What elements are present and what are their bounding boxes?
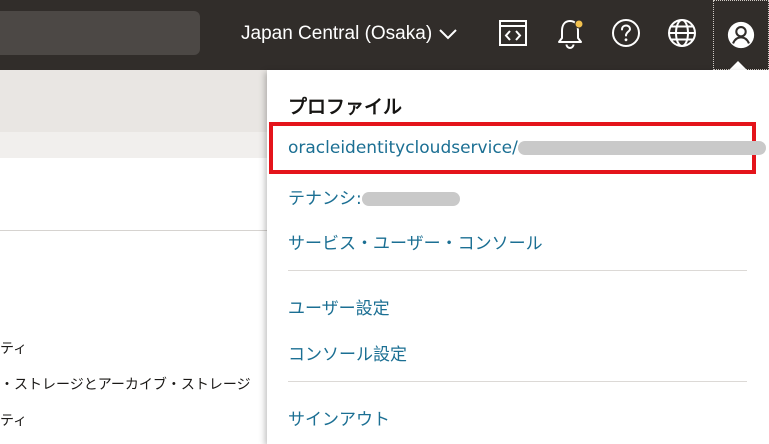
background-text-line[interactable]: ・ストレージとアーカイブ・ストレージ bbox=[0, 374, 251, 394]
sign-out-link[interactable]: サインアウト bbox=[288, 405, 390, 430]
globe-icon bbox=[668, 19, 696, 47]
tenancy-label: テナンシ: bbox=[288, 189, 362, 209]
background-text-line[interactable]: ティ bbox=[0, 338, 27, 358]
help-button[interactable] bbox=[609, 16, 643, 50]
content-divider bbox=[0, 230, 270, 231]
top-navigation-bar: Japan Central (Osaka) bbox=[0, 0, 769, 70]
profile-menu-title: プロファイル bbox=[288, 96, 403, 118]
profile-dropdown-menu: プロファイル oracleidentitycloudservice/ テナンシ:… bbox=[267, 70, 769, 444]
console-settings-link[interactable]: コンソール設定 bbox=[288, 340, 407, 365]
language-button[interactable] bbox=[665, 16, 699, 50]
tenancy-link[interactable]: テナンシ: bbox=[288, 184, 460, 209]
region-selector[interactable]: Japan Central (Osaka) bbox=[241, 20, 458, 48]
chevron-down-icon bbox=[439, 29, 457, 40]
search-input[interactable] bbox=[0, 11, 200, 55]
menu-divider bbox=[288, 270, 747, 271]
code-editor-icon bbox=[499, 20, 527, 46]
code-editor-button[interactable] bbox=[496, 16, 530, 50]
username-text: oracleidentitycloudservice/ bbox=[288, 138, 518, 158]
notifications-button[interactable] bbox=[553, 16, 587, 50]
profile-icon bbox=[727, 21, 755, 49]
help-icon bbox=[612, 19, 640, 47]
redacted-username bbox=[517, 141, 766, 155]
background-text-line[interactable]: ティ bbox=[0, 410, 27, 430]
service-user-console-link[interactable]: サービス・ユーザー・コンソール bbox=[288, 229, 543, 254]
bell-icon bbox=[558, 19, 584, 49]
redacted-tenancy bbox=[361, 192, 460, 206]
region-label: Japan Central (Osaka) bbox=[241, 23, 433, 44]
profile-username-link[interactable]: oracleidentitycloudservice/ bbox=[288, 138, 766, 158]
user-settings-link[interactable]: ユーザー設定 bbox=[288, 294, 390, 319]
profile-button[interactable] bbox=[713, 0, 769, 70]
menu-divider bbox=[288, 381, 747, 382]
